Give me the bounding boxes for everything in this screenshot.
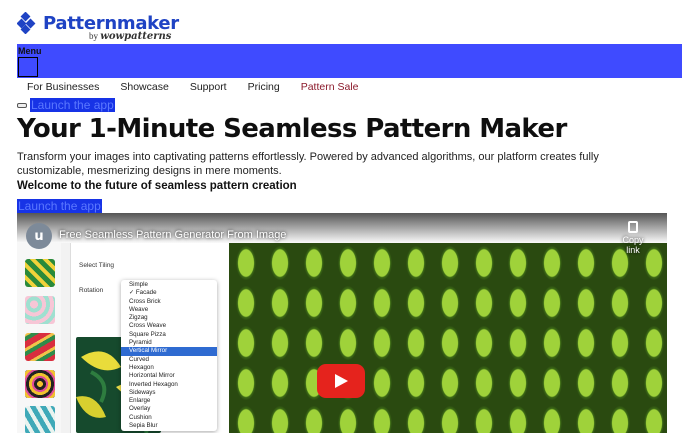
thumbnail-5[interactable] bbox=[25, 406, 55, 433]
nav-link-pricing[interactable]: Pricing bbox=[248, 81, 280, 93]
rotation-label: Rotation bbox=[79, 287, 104, 294]
play-icon bbox=[335, 374, 348, 388]
dropdown-item[interactable]: Sepia Blur bbox=[121, 422, 217, 430]
nav-link-showcase[interactable]: Showcase bbox=[120, 81, 168, 93]
dropdown-item[interactable]: Curved bbox=[121, 356, 217, 364]
copy-link-label: Copy link bbox=[622, 235, 644, 255]
small-toggle-button[interactable] bbox=[17, 102, 27, 108]
seamless-pattern-canvas bbox=[229, 243, 667, 433]
dropdown-item[interactable]: Inverted Hexagon bbox=[121, 381, 217, 389]
brand-by: by bbox=[89, 31, 98, 41]
tiling-label: Select Tiling bbox=[79, 262, 115, 269]
video-title[interactable]: Free Seamless Pattern Generator From Ima… bbox=[59, 229, 286, 241]
youtube-play-button[interactable] bbox=[317, 364, 365, 398]
dropdown-item[interactable]: ✓ Facade bbox=[121, 289, 217, 297]
launch-app-link[interactable]: Launch the app bbox=[30, 98, 115, 112]
thumbnail-1[interactable] bbox=[25, 259, 55, 287]
top-nav-bar: Menu bbox=[17, 44, 682, 78]
app-thumbnail-sidebar bbox=[17, 243, 61, 433]
dropdown-item[interactable]: Overlay bbox=[121, 405, 217, 413]
dropdown-item[interactable]: Cross Brick bbox=[121, 298, 217, 306]
brand-tagline: by wowpatterns bbox=[89, 31, 171, 42]
dropdown-item[interactable]: Weave bbox=[121, 306, 217, 314]
thumbnail-3[interactable] bbox=[25, 333, 55, 361]
copy-link-button[interactable]: Copy link bbox=[615, 221, 651, 255]
nav-link-pattern-sale[interactable]: Pattern Sale bbox=[301, 81, 359, 93]
dropdown-item[interactable]: Simple bbox=[121, 281, 217, 289]
intro-paragraph: Transform your images into captivating p… bbox=[17, 151, 599, 177]
dropdown-item[interactable]: Enlarge bbox=[121, 397, 217, 405]
nav-link-for-businesses[interactable]: For Businesses bbox=[27, 81, 99, 93]
nav-links: For Businesses Showcase Support Pricing … bbox=[27, 81, 380, 93]
logo-diamond-icon bbox=[16, 11, 39, 35]
launch-row: Launch the app bbox=[17, 98, 115, 112]
dropdown-item[interactable]: Zigzag bbox=[121, 314, 217, 322]
video-embed[interactable]: Select Tiling Rotation Simple ✓ Facade C… bbox=[17, 213, 667, 433]
dropdown-item[interactable]: Square Pizza bbox=[121, 331, 217, 339]
dropdown-item[interactable]: Sideways bbox=[121, 389, 217, 397]
menu-label: Menu bbox=[18, 46, 42, 56]
thumbnail-4[interactable] bbox=[25, 370, 55, 398]
brand-by-name: wowpatterns bbox=[100, 31, 172, 42]
thumbnail-2[interactable] bbox=[25, 296, 55, 324]
dropdown-item[interactable]: Cross Weave bbox=[121, 322, 217, 330]
copy-icon bbox=[628, 221, 638, 233]
dropdown-item[interactable]: Horizontal Mirror bbox=[121, 372, 217, 380]
channel-avatar[interactable]: u bbox=[26, 223, 52, 249]
nav-link-support[interactable]: Support bbox=[190, 81, 227, 93]
dropdown-item[interactable]: Cushion bbox=[121, 414, 217, 422]
dropdown-item[interactable]: Hexagon bbox=[121, 364, 217, 372]
launch-app-link-2[interactable]: Launch the app bbox=[17, 199, 102, 213]
app-settings-panel: Select Tiling Rotation Simple ✓ Facade C… bbox=[70, 243, 230, 433]
page-title: Your 1-Minute Seamless Pattern Maker bbox=[17, 114, 567, 144]
menu-toggle-button[interactable] bbox=[18, 57, 38, 77]
dropdown-item-selected[interactable]: Vertical Mirror bbox=[121, 347, 217, 356]
tiling-dropdown[interactable]: Simple ✓ Facade Cross Brick Weave Zigzag… bbox=[121, 280, 217, 432]
dropdown-item[interactable]: Pyramid bbox=[121, 339, 217, 347]
subheading: Welcome to the future of seamless patter… bbox=[17, 180, 297, 192]
